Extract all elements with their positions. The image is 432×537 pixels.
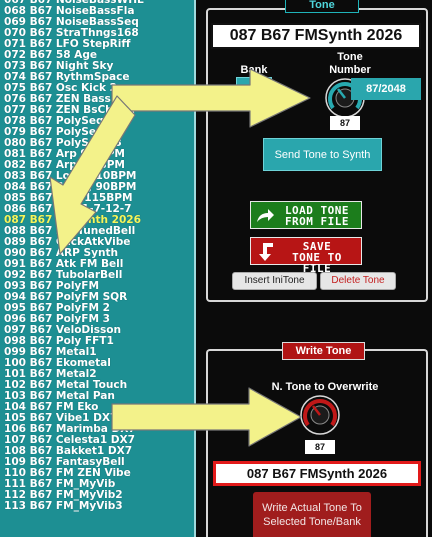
- write-tone-button[interactable]: Write Actual Tone To Selected Tone/Bank: [253, 492, 371, 537]
- overwrite-number-knob[interactable]: [299, 394, 341, 436]
- overwrite-label: N. Tone to Overwrite: [271, 381, 379, 393]
- bank-label: Bank: [240, 64, 268, 76]
- write-button-line2: Selected Tone/Bank: [263, 516, 361, 528]
- save-tone-button[interactable]: SAVE TONE TO FILE: [250, 237, 362, 274]
- tone-label: Tone: [337, 51, 363, 63]
- write-button-line1: Write Actual Tone To: [262, 502, 362, 514]
- overwrite-knob-value: 87: [305, 440, 335, 454]
- current-tone-name: 087 B67 FMSynth 2026: [211, 23, 421, 49]
- tone-list-items: 067 B67 NoiseBassWHL 068 B67 NoiseBassFla…: [0, 0, 194, 512]
- load-tone-button[interactable]: LOAD TONE FROM FILE: [250, 201, 362, 229]
- tone-number-display: 87/2048: [351, 78, 421, 100]
- scrollbar-track[interactable]: [196, 0, 202, 537]
- bank-selector[interactable]: [236, 77, 272, 95]
- save-arrow-icon: [259, 243, 273, 261]
- send-tone-button[interactable]: Send Tone to Synth: [263, 138, 382, 171]
- target-tone-name: 087 B67 FMSynth 2026: [213, 461, 421, 486]
- write-tone-title: Write Tone: [282, 342, 365, 360]
- tone-list-item[interactable]: 113 B67 FM_MyVib3: [4, 501, 194, 512]
- save-button-line2: TONE TO FILE: [292, 251, 342, 275]
- tone-knob-value: 87: [330, 116, 360, 130]
- insert-initone-button[interactable]: Insert IniTone: [232, 272, 317, 290]
- tone-list[interactable]: 067 B67 NoiseBassWHL 068 B67 NoiseBassFla…: [0, 0, 196, 537]
- number-label: Number: [329, 64, 371, 76]
- upload-arrow-icon: [257, 209, 274, 222]
- delete-tone-button[interactable]: Delete Tone: [320, 272, 396, 290]
- tone-panel-title: Tone: [285, 0, 359, 13]
- load-button-line2: FROM FILE: [284, 215, 350, 228]
